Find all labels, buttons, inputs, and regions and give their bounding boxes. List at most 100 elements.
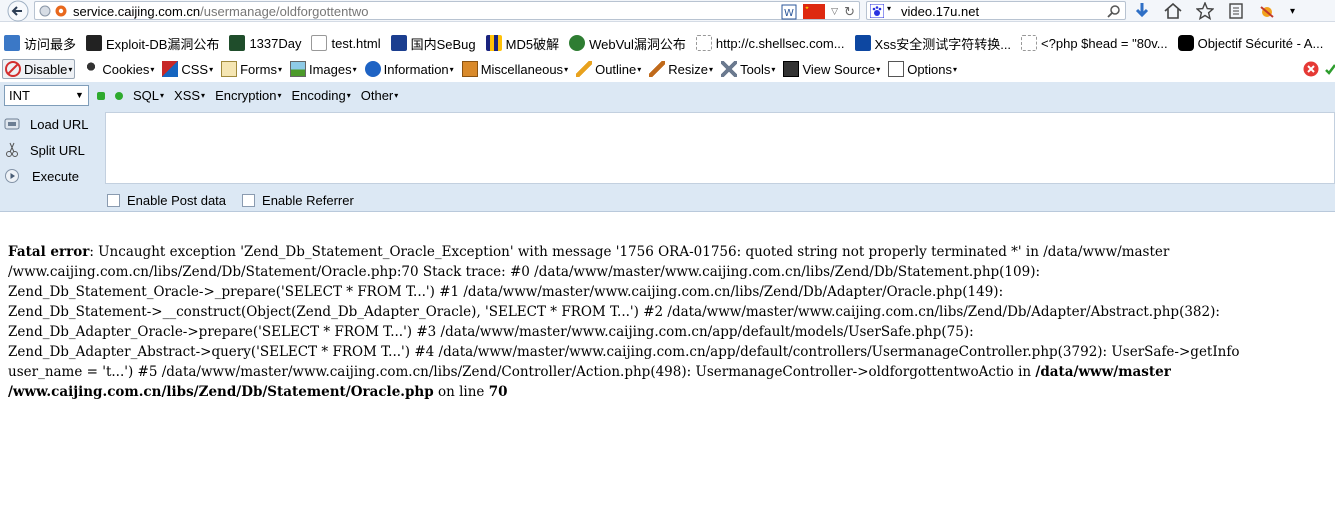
tools-menu[interactable]: Tools ▾ — [719, 61, 775, 77]
chevron-down-icon: ▼ — [75, 90, 84, 100]
error-icon[interactable] — [1303, 61, 1319, 77]
check-icon[interactable] — [1325, 61, 1335, 77]
objectif-icon — [1177, 35, 1194, 51]
chevron-down-icon: ▾ — [637, 64, 642, 74]
hackbar-panel: INT ▼ SQL ▾ XSS ▾ Encryption ▾ Encoding ▾ Ot… — [0, 82, 1335, 212]
chevron-down-icon: ▾ — [352, 64, 357, 74]
bookmark-item[interactable]: Objectif Sécurité - A... — [1174, 35, 1323, 51]
view-source-menu[interactable]: View Source ▾ — [781, 61, 880, 77]
back-button[interactable] — [5, 0, 31, 22]
bookmark-item[interactable]: Exploit-DB漏洞公布 — [82, 34, 219, 53]
bookmark-star-icon[interactable] — [1196, 2, 1214, 20]
md5-icon — [485, 35, 502, 51]
chevron-down-icon: ▾ — [150, 64, 155, 74]
url-bar-icons: W ▽ ↻ — [781, 2, 855, 21]
reload-icon[interactable]: ↻ — [844, 4, 855, 20]
monitor-icon — [783, 61, 800, 77]
error-line: /www.caijing.com.cn/libs/Zend/Db/Stateme… — [8, 384, 508, 400]
baidu-paw-icon[interactable] — [870, 4, 884, 18]
web-developer-toolbar: Disable ▾ Cookies ▾ CSS ▾ Forms ▾ Images ▾ In… — [0, 56, 1335, 82]
enable-referrer-checkbox[interactable]: Enable Referrer — [242, 193, 354, 208]
chevron-down-icon: ▾ — [346, 91, 351, 100]
back-arrow-icon — [7, 0, 29, 22]
chevron-down-icon: ▾ — [68, 64, 73, 74]
error-line: Zend_Db_Statement->__construct(Object(Ze… — [8, 304, 1220, 320]
chevron-down-icon: ▾ — [876, 64, 881, 74]
play-icon — [5, 169, 19, 183]
extension-icon[interactable] — [1258, 3, 1276, 19]
load-url-button[interactable]: Load URL — [0, 112, 89, 136]
bookmark-folder-icon — [4, 35, 20, 51]
menu-dropdown-icon[interactable]: ▾ — [1290, 6, 1295, 17]
chevron-down-icon: ▾ — [201, 91, 206, 100]
dropdown-arrow-icon[interactable]: ▽ — [831, 6, 838, 17]
checkbox-icon — [242, 193, 256, 207]
sebug-icon — [390, 35, 407, 51]
home-icon[interactable] — [1164, 3, 1182, 19]
forms-menu[interactable]: Forms ▾ — [219, 61, 282, 77]
outline-menu[interactable]: Outline ▾ — [574, 61, 641, 77]
minus-icon[interactable] — [97, 91, 105, 100]
bookmark-item[interactable]: WebVul漏洞公布 — [565, 34, 686, 53]
xss-menu[interactable]: XSS ▾ — [174, 88, 205, 103]
url-text[interactable]: service.caijing.com.cn/usermanage/oldfor… — [73, 4, 369, 19]
bookmark-item[interactable]: http://c.shellsec.com... — [692, 35, 845, 51]
encoding-menu[interactable]: Encoding ▾ — [292, 88, 351, 103]
type-select[interactable]: INT ▼ — [4, 85, 89, 106]
resize-menu[interactable]: Resize ▾ — [647, 61, 713, 77]
chevron-down-icon: ▾ — [394, 91, 399, 100]
execute-button[interactable]: Execute — [0, 164, 79, 188]
word-icon[interactable]: W — [781, 4, 797, 20]
scissors-icon — [6, 142, 18, 157]
url-path: /usermanage/oldforgottentwo — [200, 4, 369, 19]
bookmark-item[interactable]: 访问最多 — [0, 34, 76, 53]
bookmark-item[interactable]: Xss安全测试字符转换... — [851, 34, 1011, 53]
css-menu[interactable]: CSS ▾ — [160, 61, 213, 77]
caijing-favicon-icon — [55, 5, 67, 17]
form-icon — [221, 61, 238, 77]
images-menu[interactable]: Images ▾ — [288, 61, 357, 77]
bookmark-item[interactable]: <?php $head = "80v... — [1017, 35, 1168, 51]
search-engine-dropdown-icon[interactable]: ▾ — [887, 4, 891, 13]
devbar-status — [1303, 56, 1335, 82]
1337day-icon — [229, 35, 246, 51]
download-icon[interactable] — [1134, 2, 1150, 20]
nav-right-icons: ▾ — [1134, 0, 1295, 22]
error-line: /www.caijing.com.cn/libs/Zend/Db/Stateme… — [8, 264, 1041, 280]
search-bar[interactable]: ▾ video.17u.net — [866, 1, 1126, 20]
bookmark-item[interactable]: MD5破解 — [482, 34, 559, 53]
url-bar[interactable]: service.caijing.com.cn/usermanage/oldfor… — [34, 1, 860, 20]
bookmark-item[interactable]: test.html — [307, 35, 381, 51]
info-icon — [364, 61, 381, 77]
encryption-menu[interactable]: Encryption ▾ — [215, 88, 281, 103]
sql-menu[interactable]: SQL ▾ — [133, 88, 164, 103]
china-flag-icon — [803, 4, 826, 19]
cookies-menu[interactable]: Cookies ▾ — [81, 61, 154, 77]
load-url-icon — [4, 118, 20, 130]
bookmark-item[interactable]: 1337Day — [225, 35, 301, 51]
split-url-button[interactable]: Split URL — [0, 138, 85, 162]
bookmarks-list-icon[interactable] — [1228, 3, 1244, 19]
enable-post-checkbox[interactable]: Enable Post data — [107, 193, 226, 208]
chevron-down-icon: ▾ — [771, 64, 776, 74]
plus-icon[interactable] — [115, 91, 123, 100]
user-icon — [83, 61, 100, 77]
chevron-down-icon: ▾ — [449, 64, 454, 74]
url-textarea[interactable] — [105, 112, 1335, 184]
bookmarks-bar: 访问最多 Exploit-DB漏洞公布 1337Day test.html 国内… — [0, 31, 1335, 55]
error-message: Fatal error: Uncaught exception 'Zend_Db… — [8, 242, 1335, 402]
checkbox-icon — [107, 193, 120, 207]
other-menu[interactable]: Other ▾ — [361, 88, 399, 103]
disable-menu[interactable]: Disable ▾ — [2, 59, 76, 79]
paint-icon — [162, 61, 179, 77]
page-icon — [1021, 35, 1038, 51]
information-menu[interactable]: Information ▾ — [363, 61, 454, 77]
webvul-icon — [569, 35, 586, 51]
bookmark-item[interactable]: 国内SeBug — [387, 34, 476, 53]
search-input[interactable]: video.17u.net — [901, 4, 979, 19]
options-menu[interactable]: Options ▾ — [886, 61, 957, 77]
miscellaneous-menu[interactable]: Miscellaneous ▾ — [460, 61, 568, 77]
pencil-icon — [576, 61, 593, 77]
search-icon[interactable] — [1107, 4, 1121, 18]
chevron-down-icon: ▾ — [277, 64, 282, 74]
